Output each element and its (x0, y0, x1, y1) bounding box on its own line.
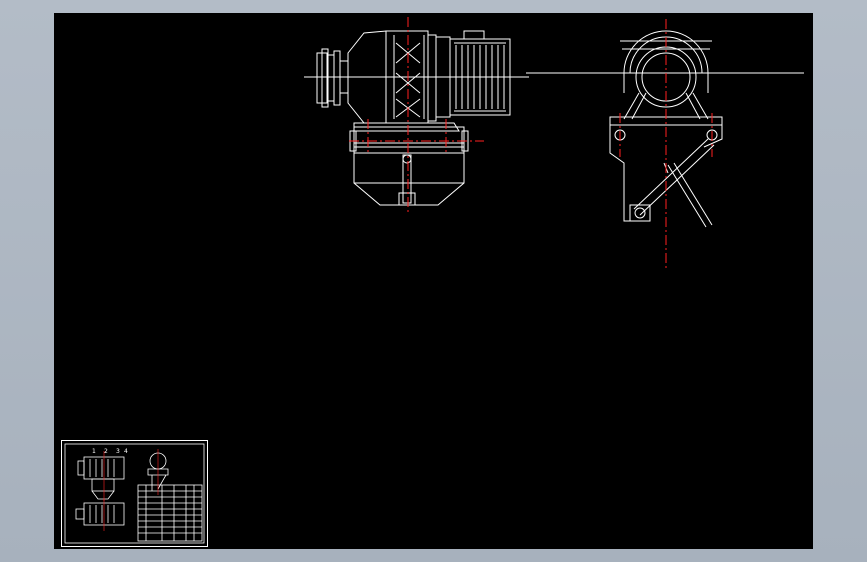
thumbnail-drawing: 1 2 3 4 (64, 443, 205, 544)
gear-motor-front-view-icon[interactable] (304, 30, 529, 206)
thumbnail-label-1: 1 (92, 448, 96, 455)
thumbnail-label-4: 4 (124, 448, 128, 455)
drawing-sheet-thumbnail-icon[interactable]: 1 2 3 4 (61, 440, 208, 547)
thumbnail-label-3: 3 (116, 448, 120, 455)
gear-motor-side-view-icon[interactable] (526, 30, 804, 228)
thumbnail-label-2: 2 (104, 448, 108, 455)
